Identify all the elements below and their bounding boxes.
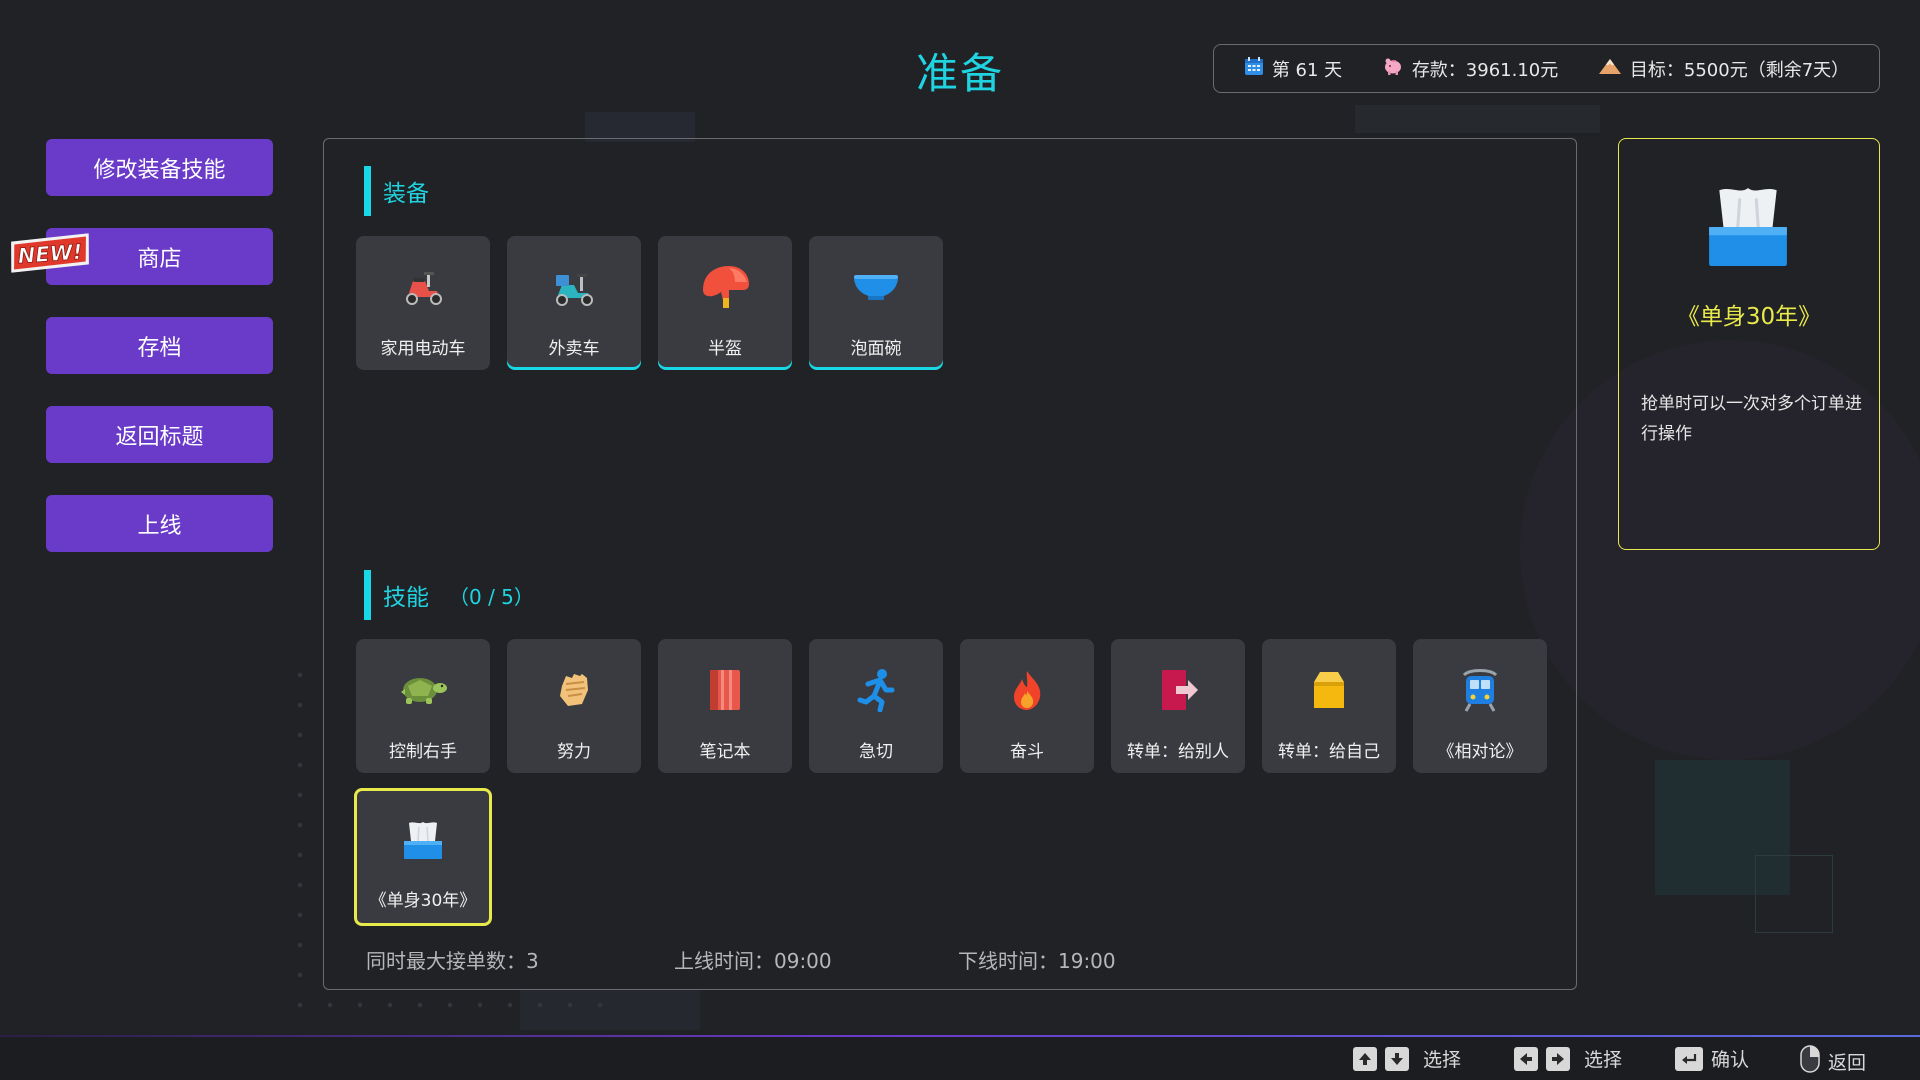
arrow-left-key-icon: [1514, 1046, 1538, 1071]
arrow-right-key-icon: [1546, 1046, 1570, 1071]
equipment-heading-text: 装备: [383, 181, 429, 207]
skills-count: （0 / 5）: [449, 584, 534, 609]
tissue-box-icon: [1709, 188, 1787, 266]
skill-detail-panel: 《单身30年》 抢单时可以一次对多个订单进行操作: [1618, 138, 1880, 550]
max-orders-text: 同时最大接单数：3: [366, 949, 539, 973]
section-accent-bar: [364, 166, 371, 216]
skill-card-eager[interactable]: 急切: [809, 639, 943, 773]
background-shape: [1655, 760, 1790, 895]
modify-equipment-skills-button[interactable]: 修改装备技能: [46, 139, 273, 196]
skill-card-transfer-to-others[interactable]: 转单：给别人: [1111, 639, 1245, 773]
enter-key-icon: [1675, 1046, 1703, 1071]
delivery-scooter-icon: [507, 262, 641, 312]
notebook-icon: [658, 665, 792, 715]
card-label: 《相对论》: [1437, 742, 1523, 762]
equipment-section-heading: 装备: [364, 166, 429, 216]
turtle-icon: [356, 665, 490, 715]
helmet-icon: [658, 262, 792, 312]
savings-display: 存款：3961.10元: [1382, 56, 1558, 82]
background-dots: [285, 660, 315, 1000]
offline-time-text: 下线时间：19:00: [958, 949, 1116, 973]
arrow-up-key-icon: [1353, 1046, 1377, 1071]
hint-confirm: 确认: [1675, 1045, 1749, 1072]
skills-heading-text: 技能: [383, 585, 429, 611]
equipment-card-delivery-scooter[interactable]: 外卖车: [507, 236, 641, 370]
page-title: 准备: [915, 49, 1004, 98]
card-label: 笔记本: [699, 742, 751, 762]
detail-description: 抢单时可以一次对多个订单进行操作: [1641, 394, 1862, 444]
hint-updown-select: 选择: [1353, 1045, 1461, 1072]
day-counter: 第 61 天: [1244, 56, 1342, 82]
equipment-card-home-scooter[interactable]: 家用电动车: [356, 236, 490, 370]
calendar-icon: [1244, 56, 1264, 81]
new-badge-text: NEW!: [17, 240, 83, 268]
arrow-down-key-icon: [1385, 1046, 1409, 1071]
background-shape: [1755, 855, 1833, 933]
skill-card-struggle[interactable]: 奋斗: [960, 639, 1094, 773]
background-shape: [520, 990, 700, 1030]
card-label: 转单：给别人: [1127, 742, 1229, 762]
hint-text: 确认: [1711, 1049, 1750, 1071]
box-icon: [1262, 665, 1396, 715]
fist-icon: [507, 665, 641, 715]
save-game-button[interactable]: 存档: [46, 317, 273, 374]
goal-text: 目标：5500元（剩余7天）: [1629, 59, 1850, 81]
mouse-right-click-icon: [1800, 1045, 1820, 1078]
hint-back: 返回: [1800, 1045, 1866, 1078]
skill-card-notebook[interactable]: 笔记本: [658, 639, 792, 773]
bottom-hint-bar: [0, 1037, 1920, 1080]
tissue-box-icon: [357, 814, 489, 864]
runner-icon: [809, 665, 943, 715]
train-icon: [1413, 665, 1547, 715]
card-label: 泡面碗: [850, 339, 902, 359]
card-label: 急切: [859, 742, 893, 762]
card-label: 努力: [557, 742, 591, 762]
card-label: 控制右手: [389, 742, 457, 762]
bowl-icon: [809, 262, 943, 312]
skill-card-effort[interactable]: 努力: [507, 639, 641, 773]
background-dots: [285, 990, 615, 1020]
exit-door-icon: [1111, 665, 1245, 715]
hint-text: 返回: [1828, 1052, 1867, 1074]
skill-card-transfer-to-self[interactable]: 转单：给自己: [1262, 639, 1396, 773]
card-label: 转单：给自己: [1278, 742, 1380, 762]
new-badge: NEW!: [11, 233, 89, 273]
hint-text: 选择: [1584, 1049, 1623, 1071]
day-text: 第 61 天: [1271, 59, 1343, 81]
skills-section-heading: 技能 （0 / 5）: [364, 570, 534, 620]
skill-card-relativity[interactable]: 《相对论》: [1413, 639, 1547, 773]
piggy-bank-icon: [1382, 56, 1404, 81]
equipment-card-half-helmet[interactable]: 半盔: [658, 236, 792, 370]
detail-title: 《单身30年》: [1676, 304, 1822, 330]
card-label: 奋斗: [1010, 742, 1044, 762]
mountain-icon: [1598, 57, 1622, 80]
card-label: 半盔: [708, 339, 742, 359]
return-to-title-button[interactable]: 返回标题: [46, 406, 273, 463]
card-label: 家用电动车: [380, 339, 466, 359]
skill-card-single-30-years[interactable]: 《单身30年》: [354, 788, 492, 926]
scooter-icon: [356, 262, 490, 312]
hint-leftright-select: 选择: [1514, 1045, 1622, 1072]
fire-icon: [960, 665, 1094, 715]
hint-text: 选择: [1423, 1049, 1462, 1071]
savings-text: 存款：3961.10元: [1411, 59, 1559, 81]
equipment-card-noodle-bowl[interactable]: 泡面碗: [809, 236, 943, 370]
go-online-button[interactable]: 上线: [46, 495, 273, 552]
status-bar: 第 61 天 存款：3961.10元 目标：5500元（剩余7天）: [1213, 44, 1880, 93]
goal-display: 目标：5500元（剩余7天）: [1598, 56, 1849, 82]
online-time-text: 上线时间：09:00: [674, 949, 832, 973]
section-accent-bar: [364, 570, 371, 620]
card-label: 外卖车: [548, 339, 600, 359]
background-shape: [1355, 105, 1600, 133]
skill-card-control-right-hand[interactable]: 控制右手: [356, 639, 490, 773]
card-label: 《单身30年》: [369, 891, 477, 911]
